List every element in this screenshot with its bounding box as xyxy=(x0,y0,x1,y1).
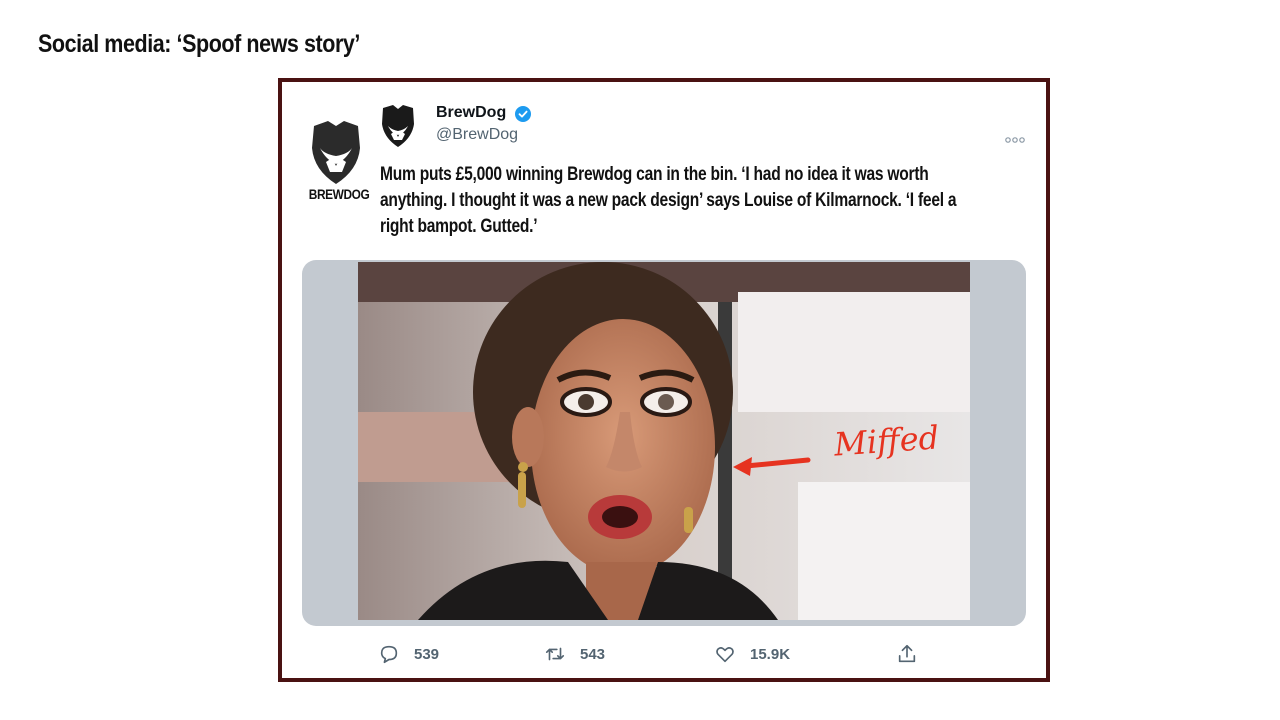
slide-title: Social media: ‘Spoof news story’ xyxy=(38,30,360,58)
tweet-card: BREWDOG BrewDog @BrewDog Mum puts £5,000… xyxy=(278,78,1050,682)
account-handle[interactable]: @BrewDog xyxy=(436,126,518,144)
share-button[interactable] xyxy=(896,638,918,670)
reply-count: 539 xyxy=(414,645,440,663)
avatar-shield-icon xyxy=(382,105,414,147)
tweet-action-bar: 539 543 15.9K xyxy=(282,638,1046,674)
annotation-label: Miffed xyxy=(832,418,941,464)
tweet-text: Mum puts £5,000 winning Brewdog can in t… xyxy=(380,164,957,237)
like-icon xyxy=(716,647,734,663)
like-button[interactable]: 15.9K xyxy=(714,638,790,670)
reply-button[interactable]: 539 xyxy=(378,638,439,670)
verified-icon xyxy=(515,106,531,122)
retweet-icon xyxy=(545,647,565,661)
brand-logo: BREWDOG xyxy=(304,118,370,208)
more-icon[interactable] xyxy=(1004,132,1026,143)
account-name[interactable]: BrewDog xyxy=(436,104,506,122)
brand-logo-text: BREWDOG xyxy=(308,186,370,202)
retweet-count: 543 xyxy=(580,645,606,663)
reply-icon xyxy=(380,645,398,664)
share-icon xyxy=(898,644,916,663)
shield-logo-icon xyxy=(312,121,360,184)
retweet-button[interactable]: 543 xyxy=(544,638,605,670)
avatar[interactable] xyxy=(378,104,418,148)
tweet-media[interactable]: Miffed xyxy=(302,260,1026,626)
like-count: 15.9K xyxy=(750,645,791,663)
